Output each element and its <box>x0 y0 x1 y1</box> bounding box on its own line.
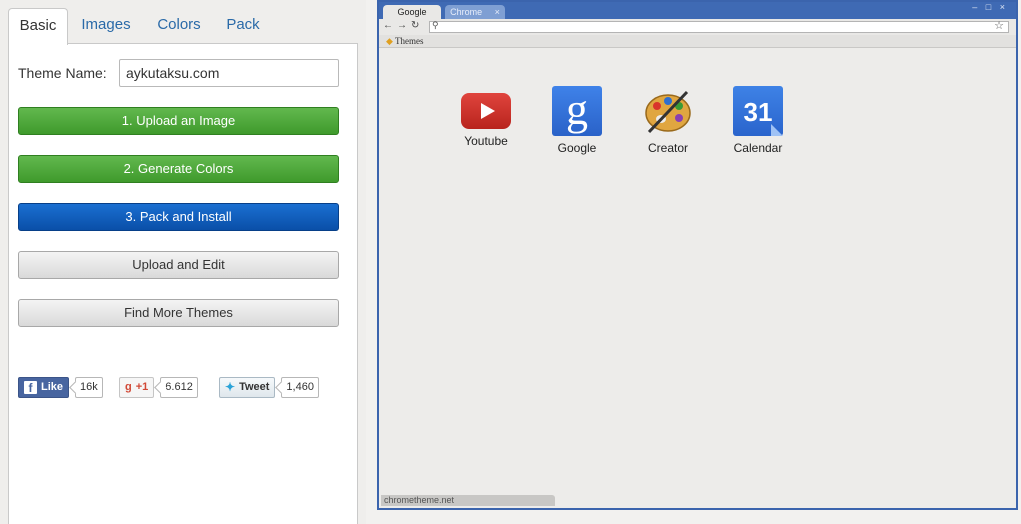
plus-one-count: 6.612 <box>160 376 198 398</box>
app-label: Creator <box>647 141 688 155</box>
calendar-icon: 31 <box>733 86 783 136</box>
tab-colors[interactable]: Colors <box>148 8 210 44</box>
app-label: Google <box>557 141 597 155</box>
back-icon[interactable]: ← <box>383 20 393 31</box>
omnibox[interactable]: ⚲ ☆ <box>429 19 1009 33</box>
app-creator[interactable]: Creator <box>638 86 698 155</box>
app-label: Youtube <box>464 134 508 148</box>
tab-basic[interactable]: Basic <box>8 8 68 45</box>
new-tab-page: Youtube g Google Creator 31 Calendar <box>379 48 1016 508</box>
tweet-widget: ✦ Tweet 1,460 <box>219 376 319 398</box>
theme-creator-panel: Basic Images Colors Pack Theme Name: 1. … <box>0 0 366 524</box>
tab-images[interactable]: Images <box>72 8 140 44</box>
browser-preview: Google Chrome × – □ × ← → ↻ ⚲ ☆ ◆ Themes… <box>377 0 1018 510</box>
browser-tab-chrome-label: Chrome <box>450 7 483 17</box>
upload-edit-button[interactable]: Upload and Edit <box>18 251 339 279</box>
tweet-label: Tweet <box>239 381 270 393</box>
facebook-like-button[interactable]: f Like <box>18 376 70 398</box>
twitter-bird-icon: ✦ <box>225 380 236 394</box>
google-plus-icon: g <box>125 381 132 393</box>
forward-icon[interactable]: → <box>397 20 407 31</box>
palette-bookmark-icon: ◆ <box>386 36 393 46</box>
browser-toolbar: ← → ↻ ⚲ ☆ <box>379 19 1016 35</box>
google-icon: g <box>552 86 602 136</box>
browser-tab-google[interactable]: Google <box>383 5 441 19</box>
tab-bar: Basic Images Colors Pack <box>8 8 358 45</box>
upload-image-button[interactable]: 1. Upload an Image <box>18 107 339 135</box>
google-plus-button[interactable]: g +1 <box>119 376 155 398</box>
app-calendar[interactable]: 31 Calendar <box>728 86 788 155</box>
window-controls[interactable]: – □ × <box>972 2 1008 12</box>
pack-install-button[interactable]: 3. Pack and Install <box>18 203 339 231</box>
tweet-count: 1,460 <box>281 376 319 398</box>
google-plus-widget: g +1 6.612 <box>119 376 198 398</box>
facebook-like-widget: f Like 16k <box>18 376 103 398</box>
tab-pack[interactable]: Pack <box>218 8 268 44</box>
calendar-day: 31 <box>743 97 773 127</box>
browser-tab-chrome[interactable]: Chrome × <box>445 5 505 19</box>
app-label: Calendar <box>733 141 783 155</box>
app-youtube[interactable]: Youtube <box>456 86 516 148</box>
theme-name-input[interactable] <box>119 59 339 87</box>
find-more-themes-button[interactable]: Find More Themes <box>18 299 339 327</box>
star-icon[interactable]: ☆ <box>994 19 1004 32</box>
tweet-button[interactable]: ✦ Tweet <box>219 376 276 398</box>
facebook-icon: f <box>24 380 37 395</box>
reload-icon[interactable]: ↻ <box>411 20 419 31</box>
generate-colors-button[interactable]: 2. Generate Colors <box>18 155 339 183</box>
bookmark-label: Themes <box>395 36 424 46</box>
status-bubble: chrometheme.net <box>381 495 555 506</box>
palette-icon <box>643 86 693 136</box>
tab-close-icon[interactable]: × <box>495 7 500 17</box>
bookmark-themes[interactable]: ◆ Themes <box>386 36 424 47</box>
like-count: 16k <box>75 376 103 398</box>
search-icon: ⚲ <box>432 20 439 30</box>
browser-tab-strip: Google Chrome × – □ × <box>379 2 1016 19</box>
youtube-icon <box>461 93 511 129</box>
like-label: Like <box>41 381 64 393</box>
plus-one-label: +1 <box>135 381 149 393</box>
bookmarks-bar: ◆ Themes <box>379 35 1016 48</box>
app-google[interactable]: g Google <box>547 86 607 155</box>
theme-name-label: Theme Name: <box>18 65 107 81</box>
